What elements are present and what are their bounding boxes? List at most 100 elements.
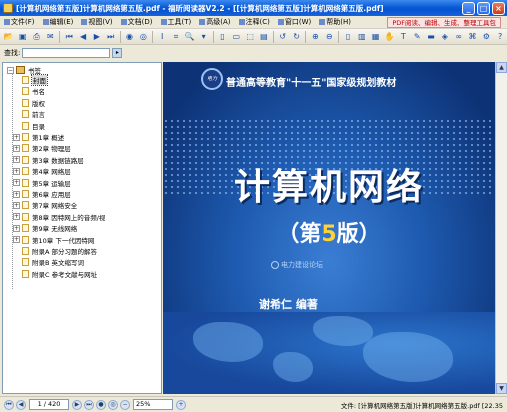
expand-icon[interactable]: + <box>13 144 20 152</box>
scroll-up-icon[interactable]: ▲ <box>496 62 507 73</box>
menu-file[interactable]: 文件(F) <box>0 17 39 27</box>
menu-advanced[interactable]: 高级(A) <box>195 17 234 27</box>
scroll-down-icon[interactable]: ▼ <box>496 383 507 394</box>
menu-window[interactable]: 窗口(W) <box>274 17 315 27</box>
collapse-icon[interactable]: − <box>7 66 14 74</box>
vertical-scrollbar[interactable]: ▲ ▼ <box>495 62 507 394</box>
outline-item[interactable]: 前言 <box>13 109 45 119</box>
close-button[interactable]: × <box>492 1 505 15</box>
outline-item[interactable]: + 第10章 下一代因特网 <box>13 235 94 245</box>
outline-item[interactable]: + 第2章 物理层 <box>13 143 71 153</box>
expand-icon[interactable]: + <box>13 179 20 187</box>
outline-item[interactable]: + 第7章 网络安全 <box>13 200 77 210</box>
save-icon[interactable]: ▣ <box>17 31 29 43</box>
edition-open: （第 <box>277 222 322 247</box>
bookmark-page-icon <box>22 144 29 153</box>
print-icon[interactable]: ⎙ <box>31 31 43 43</box>
next-page-icon[interactable]: ▶ <box>91 31 103 43</box>
search-go-icon[interactable]: ▸ <box>112 48 123 58</box>
single-page-icon[interactable]: ▯ <box>342 31 354 43</box>
expand-icon[interactable]: + <box>13 167 20 175</box>
menu-edit[interactable]: 编辑(E) <box>39 17 78 27</box>
menu-help[interactable]: 帮助(H) <box>315 17 355 27</box>
email-icon[interactable]: ✉ <box>44 31 56 43</box>
back-button[interactable]: ● <box>96 399 106 410</box>
expand-icon[interactable]: + <box>13 201 20 209</box>
highlight-icon[interactable]: ▬ <box>425 31 437 43</box>
fit-page-icon[interactable]: ▭ <box>230 31 242 43</box>
menu-comments-label: 注释(C) <box>245 18 270 26</box>
next-page-button[interactable]: ▶ <box>72 399 82 410</box>
select-text-icon[interactable]: I <box>156 31 168 43</box>
fit-width-icon[interactable]: ⬚ <box>244 31 256 43</box>
typewriter-icon[interactable]: T <box>397 31 409 43</box>
outline-item[interactable]: 附录A 部分习题的解答 <box>13 246 97 256</box>
zoom-icon[interactable]: 🔍 <box>184 31 196 43</box>
file-info: 文件: [计算机网络第五版]计算机网络第五版.pdf [22.35 <box>340 402 503 410</box>
maximize-button[interactable]: □ <box>477 1 490 15</box>
prev-page-icon[interactable]: ◀ <box>77 31 89 43</box>
settings-icon[interactable]: ⚙ <box>480 31 492 43</box>
last-page-icon[interactable]: ⏭ <box>105 31 117 43</box>
outline-item-label: 第2章 物理层 <box>32 145 71 154</box>
last-page-button[interactable]: ⏭ <box>84 399 94 410</box>
minimize-button[interactable]: _ <box>462 1 475 15</box>
first-page-button[interactable]: ⏮ <box>4 399 14 410</box>
menu-view[interactable]: 视图(V) <box>77 17 116 27</box>
outline-item[interactable]: + 第8章 因特网上的音频/视 <box>13 212 105 222</box>
bookmark-page-icon <box>22 212 29 221</box>
zoom-out-button[interactable]: − <box>120 399 130 410</box>
note-icon[interactable]: ✎ <box>411 31 423 43</box>
outline-item[interactable]: + 第3章 数据链路层 <box>13 155 84 165</box>
outline-item[interactable]: + 第4章 网络层 <box>13 166 71 176</box>
rotate-left-icon[interactable]: ↺ <box>277 31 289 43</box>
zoom-in-button[interactable]: + <box>176 399 186 410</box>
help-icon[interactable]: ? <box>494 31 506 43</box>
link-icon[interactable]: ∞ <box>453 31 465 43</box>
menu-tools[interactable]: 工具(T) <box>157 17 196 27</box>
expand-icon[interactable]: + <box>13 213 20 221</box>
outline-item[interactable]: 版权 <box>13 98 45 108</box>
promo-banner[interactable]: PDF阅读、编辑、生成、整理工具包 <box>387 17 501 28</box>
outline-item[interactable]: + 第5章 运输层 <box>13 178 71 188</box>
zoom-dropdown-icon[interactable]: ▾ <box>198 31 210 43</box>
outline-item[interactable]: + 第9章 无线网络 <box>13 223 77 233</box>
menu-comments[interactable]: 注释(C) <box>235 17 274 27</box>
outline-item[interactable]: 附录C 参考文献与网址 <box>13 269 97 279</box>
open-icon[interactable]: 📂 <box>3 31 15 43</box>
forward-button[interactable]: ◎ <box>108 399 118 410</box>
page-number-field[interactable]: 1 / 420 <box>29 399 69 410</box>
actual-size-icon[interactable]: ▯ <box>217 31 229 43</box>
outline-item[interactable]: 目录 <box>13 121 45 131</box>
outline-item[interactable]: + 第1章 概述 <box>13 132 64 142</box>
expand-icon[interactable]: + <box>13 224 20 232</box>
forward-icon[interactable]: ◎ <box>137 31 149 43</box>
rotate-right-icon[interactable]: ↻ <box>291 31 303 43</box>
book-cover: 电力 普通高等教育"十一五"国家级规划教材 计算机网络 （第5版） 电力建设论坛… <box>163 62 495 394</box>
zoom-out-icon[interactable]: ⊖ <box>323 31 335 43</box>
expand-icon[interactable]: + <box>13 190 20 198</box>
fit-visible-icon[interactable]: ▤ <box>258 31 270 43</box>
back-icon[interactable]: ◉ <box>124 31 136 43</box>
zoom-in-icon[interactable]: ⊕ <box>309 31 321 43</box>
first-page-icon[interactable]: ⏮ <box>63 31 75 43</box>
outline-item[interactable]: 书名 <box>13 86 45 96</box>
menu-document[interactable]: 文档(D) <box>117 17 157 27</box>
hand-tool-icon[interactable]: ✋ <box>384 31 396 43</box>
outline-root[interactable]: − 书签 <box>7 65 41 75</box>
outline-item[interactable]: + 第6章 应用层 <box>13 189 71 199</box>
facing-icon[interactable]: ▦ <box>370 31 382 43</box>
outline-item[interactable]: 附录B 英文缩写词 <box>13 257 84 267</box>
snapshot-icon[interactable]: ⌗ <box>170 31 182 43</box>
continuous-icon[interactable]: ▥ <box>356 31 368 43</box>
expand-icon[interactable]: + <box>13 133 20 141</box>
expand-icon[interactable]: + <box>13 236 20 244</box>
search-input[interactable] <box>22 48 111 58</box>
prev-page-button[interactable]: ◀ <box>16 399 26 410</box>
outline-item[interactable]: 封面 <box>13 74 48 86</box>
expand-icon[interactable]: + <box>13 156 20 164</box>
stamp-icon[interactable]: ◈ <box>439 31 451 43</box>
zoom-field[interactable]: 25% <box>133 399 173 410</box>
page-viewer[interactable]: 电力 普通高等教育"十一五"国家级规划教材 计算机网络 （第5版） 电力建设论坛… <box>163 62 495 394</box>
attachment-icon[interactable]: ⌘ <box>467 31 479 43</box>
